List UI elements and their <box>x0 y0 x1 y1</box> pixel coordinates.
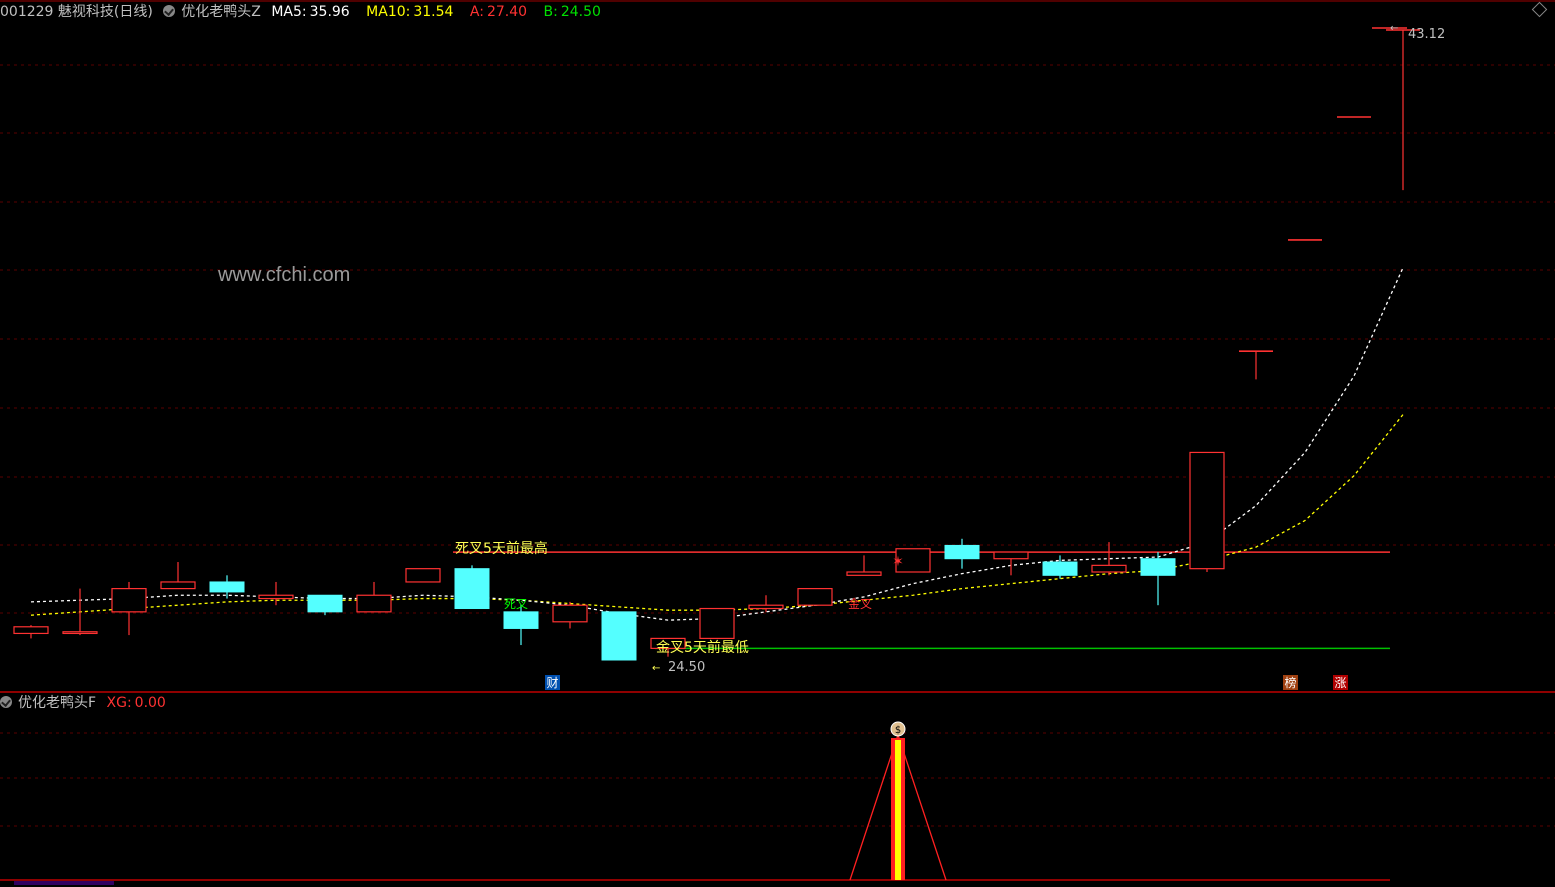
candle[interactable] <box>797 587 833 606</box>
death-cross-marker: 死叉 <box>504 597 528 611</box>
candle-body <box>1140 558 1176 576</box>
high-price-label: 43.12 <box>1408 27 1445 42</box>
candle[interactable] <box>209 575 245 599</box>
scroll-thumb <box>14 881 114 885</box>
indicator-toggle-icon[interactable] <box>163 5 176 17</box>
candle[interactable] <box>1239 350 1273 380</box>
candle[interactable] <box>552 601 588 629</box>
low-price-label: 24.50 <box>668 660 705 675</box>
a-readout: A: 27.40 <box>470 4 533 20</box>
golden-cross-low-label: 金叉5天前最低 <box>656 639 749 656</box>
candle-body <box>846 571 882 576</box>
candle[interactable] <box>307 594 343 616</box>
candle[interactable] <box>160 562 196 590</box>
candle[interactable] <box>454 565 490 610</box>
candle-body <box>209 581 245 593</box>
high-arrow-icon: ← <box>1390 23 1398 34</box>
golden-cross-marker: 金叉 <box>848 596 872 611</box>
b-label: B: <box>543 4 558 20</box>
low-arrow-icon: ← <box>652 663 660 674</box>
b-value: 24.50 <box>560 4 601 20</box>
sub-indicator-name[interactable]: 优化老鸭头F <box>18 695 96 711</box>
candle[interactable] <box>503 605 539 646</box>
candle-body <box>356 594 392 613</box>
candle[interactable] <box>356 581 392 613</box>
candle-body <box>405 568 441 583</box>
candle[interactable] <box>699 607 735 640</box>
sub-indicator-toggle-icon[interactable] <box>0 696 12 708</box>
period-label: (日线) <box>113 4 153 20</box>
candle-body <box>62 631 98 635</box>
candle-body <box>160 581 196 590</box>
candle-body <box>993 551 1029 560</box>
a-label: A: <box>469 4 484 20</box>
candle[interactable] <box>13 625 49 639</box>
candle-body <box>699 607 735 640</box>
candle[interactable] <box>1091 542 1127 576</box>
watermark: www.cfchi.com <box>218 264 351 286</box>
candle-body <box>111 587 147 613</box>
ma10-label: MA10: <box>366 4 411 20</box>
candlesticks[interactable] <box>13 29 1420 661</box>
candle-body <box>454 568 490 610</box>
xg-label: XG: <box>106 695 132 711</box>
candle-body <box>1189 451 1225 570</box>
candle-body <box>258 594 294 600</box>
signal-bar-inner <box>895 740 901 880</box>
chart-annotations: 死叉5天前最高金叉5天前最低 死叉 金叉 ✶ ← 24.50 ← 43.12 财 榜 涨 <box>455 23 1445 690</box>
candle[interactable] <box>748 595 784 612</box>
candle-body <box>503 611 539 629</box>
candle[interactable] <box>1189 451 1225 572</box>
badge-zhang: 涨 <box>1334 675 1346 690</box>
b-readout: B: 24.50 <box>544 4 607 20</box>
stock-code-name: 001229 魅视科技 <box>0 4 114 20</box>
candle[interactable] <box>258 581 294 606</box>
candle[interactable] <box>601 611 637 661</box>
candle-body <box>601 611 637 661</box>
candle[interactable] <box>405 568 441 583</box>
candle-body <box>797 587 833 606</box>
candle[interactable] <box>1042 555 1078 579</box>
candle-body <box>944 544 980 560</box>
badge-bang: 榜 <box>1284 675 1296 690</box>
a-value: 27.40 <box>486 4 528 20</box>
death-cross-high-label: 死叉5天前最高 <box>455 540 548 557</box>
ma5-label: MA5: <box>271 4 307 20</box>
star-marker: ✶ <box>892 554 904 570</box>
candle[interactable] <box>944 538 980 569</box>
chart-canvas[interactable]: $ 死叉5天前最高金叉5天前最低 死叉 金叉 ✶ ← 24.50 ← 43.12 财 榜 涨 <box>0 0 1555 887</box>
badge-cai: 财 <box>546 676 558 690</box>
candle-body <box>552 604 588 623</box>
main-header: 001229 魅视科技(日线) 优化老鸭头Z MA5: 35.96 MA10: 31… <box>0 1 613 23</box>
ma5-value: 35.96 <box>309 4 350 20</box>
sub-header: 优化老鸭头F XG: 0.00 <box>0 692 178 714</box>
ma10-value: 31.54 <box>413 4 454 20</box>
sub-chart: $ <box>14 721 947 885</box>
grid-lines <box>0 0 1555 881</box>
xg-value: 0.00 <box>134 695 166 711</box>
candle[interactable] <box>1140 552 1176 606</box>
ma10-readout: MA10: 31.54 <box>366 4 459 20</box>
candle-body <box>13 626 49 635</box>
candle[interactable] <box>1386 29 1420 191</box>
indicator-name[interactable]: 优化老鸭头Z <box>181 4 261 20</box>
candle[interactable] <box>846 555 882 576</box>
candle-body <box>1091 564 1127 573</box>
candle[interactable] <box>111 581 147 636</box>
ma5-readout: MA5: 35.96 <box>271 4 355 20</box>
candle-body <box>748 604 784 610</box>
money-bag-symbol: $ <box>895 725 901 736</box>
xg-readout: XG: 0.00 <box>107 695 172 711</box>
candle-body <box>307 594 343 613</box>
candle[interactable] <box>62 588 98 636</box>
candle-body <box>1042 561 1078 576</box>
